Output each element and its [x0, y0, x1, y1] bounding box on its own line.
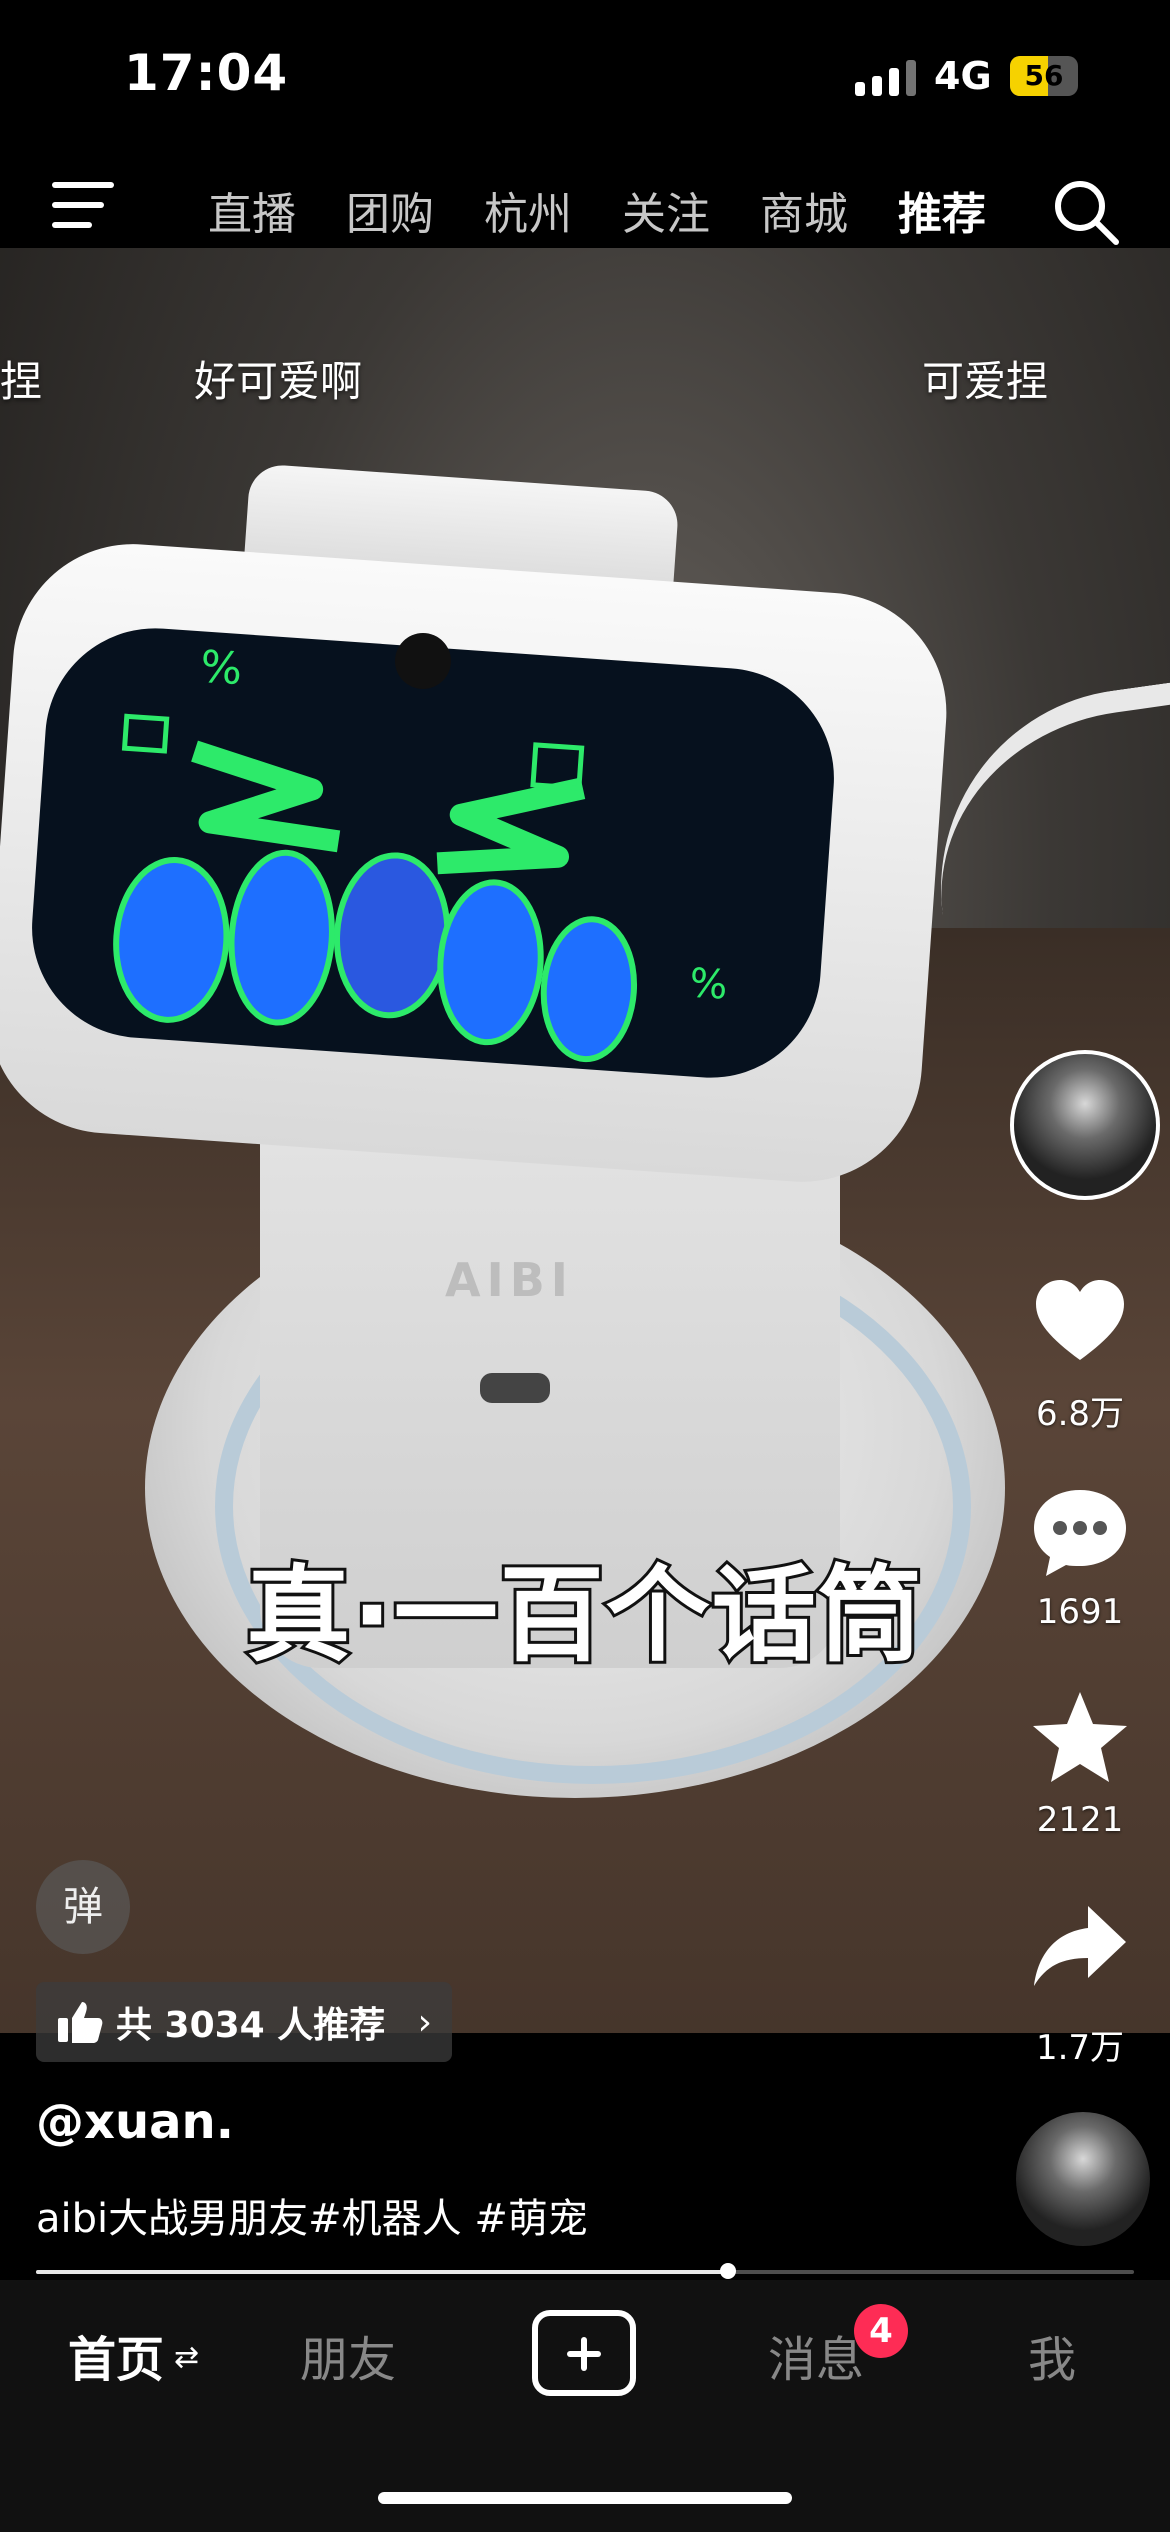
signal-icon [855, 60, 916, 96]
svg-text:%: % [199, 641, 244, 695]
comment-icon[interactable] [1030, 1482, 1130, 1582]
battery-icon: 56 [1010, 56, 1078, 96]
cable [915, 659, 1170, 959]
message-badge: 4 [854, 2304, 908, 2358]
comment-count: 1691 [1036, 1592, 1124, 1632]
tab-recommend[interactable]: 推荐 [898, 178, 986, 242]
tab-following[interactable]: 关注 [622, 178, 710, 242]
progress-handle[interactable] [719, 2263, 736, 2279]
robot-screen: % % [24, 620, 842, 1086]
video-description[interactable]: aibi大战男朋友#机器人 #萌宠 [36, 2186, 588, 2244]
svg-text:%: % [688, 960, 729, 1009]
menu-icon[interactable] [52, 182, 114, 232]
search-icon[interactable] [1052, 178, 1120, 246]
recommend-pill[interactable]: 共 3034 人推荐 › [36, 1982, 452, 2062]
danmaku-comment: 好可爱啊 [194, 357, 363, 406]
heart-icon[interactable] [1030, 1272, 1130, 1372]
network-type: 4G [934, 54, 992, 98]
status-time: 17:04 [124, 44, 289, 102]
favorite-count: 2121 [1036, 1800, 1124, 1840]
danmaku-comment: 捏 [0, 357, 43, 406]
thumbs-up-icon [58, 2002, 103, 2043]
share-icon[interactable] [1030, 1896, 1130, 1996]
swap-icon: ⇄ [174, 2340, 200, 2375]
tab-hangzhou[interactable]: 杭州 [484, 178, 572, 242]
share-count: 1.7万 [1035, 2028, 1125, 2068]
author-avatar[interactable] [1010, 1050, 1160, 1200]
like-count: 6.8万 [1035, 1394, 1125, 1434]
tab-group-buy[interactable]: 团购 [346, 178, 434, 242]
music-disc-avatar[interactable] [1016, 2112, 1150, 2246]
danmaku-comment: 可爱捏 [922, 357, 1049, 406]
robot-brand: AIBI [445, 1253, 574, 1307]
star-icon[interactable] [1030, 1688, 1130, 1788]
robot-port [480, 1373, 550, 1403]
nav-me[interactable]: 我 [1028, 2320, 1076, 2390]
progress-fill [36, 2270, 728, 2274]
video-player[interactable]: AIBI % % [0, 248, 1170, 2033]
chevron-right-icon: › [417, 2001, 432, 2043]
author-username[interactable]: @xuan. [36, 2094, 234, 2150]
robot-camera [395, 633, 451, 689]
home-indicator [378, 2492, 792, 2504]
tab-live[interactable]: 直播 [208, 178, 296, 242]
battery-level: 56 [1024, 59, 1064, 92]
recommend-text: 共 3034 人推荐 [116, 2005, 386, 2046]
plus-icon[interactable] [532, 2310, 636, 2396]
nav-friends[interactable]: 朋友 [300, 2320, 396, 2390]
nav-messages[interactable]: 消息 [768, 2320, 864, 2390]
danmaku-toggle-button[interactable]: 弹 [36, 1860, 130, 1954]
tab-mall[interactable]: 商城 [760, 178, 848, 242]
nav-home[interactable]: 首页 [68, 2320, 164, 2390]
